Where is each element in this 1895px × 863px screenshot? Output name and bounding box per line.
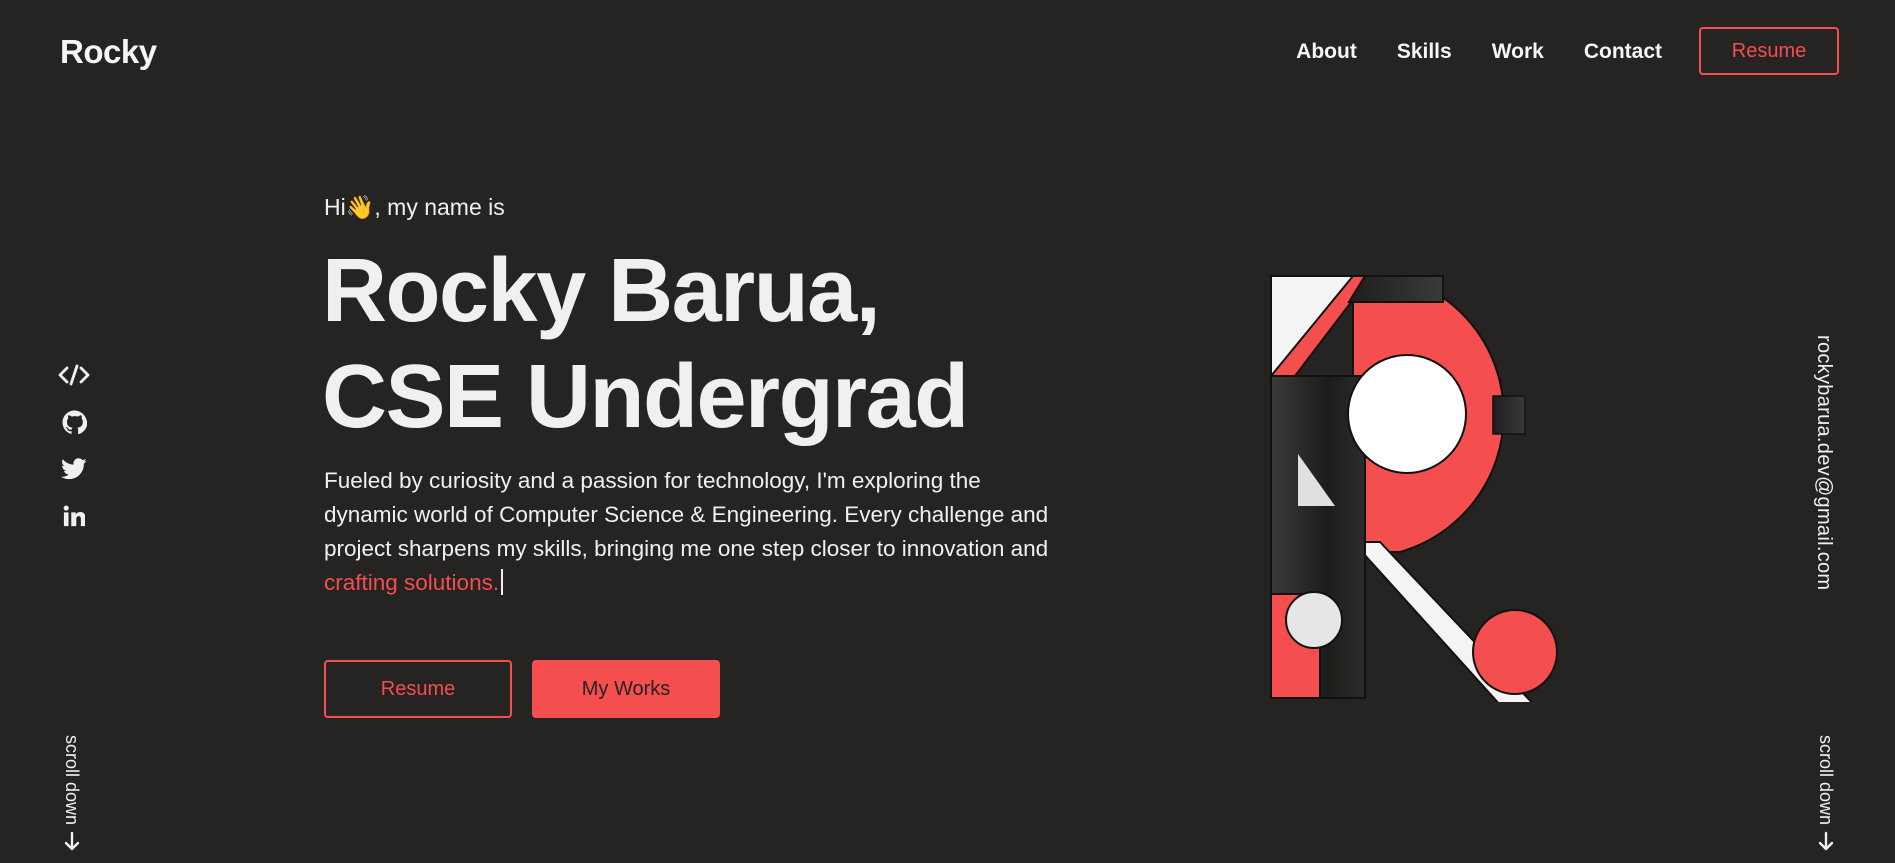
email-link[interactable]: rockybarua.dev@gmail.com	[1812, 335, 1835, 590]
nav-skills[interactable]: Skills	[1397, 40, 1452, 64]
hero-title-line1: Rocky Barua,	[322, 241, 881, 341]
twitter-icon[interactable]	[57, 456, 91, 482]
nav-work[interactable]: Work	[1492, 40, 1544, 64]
main-nav: About Skills Work Contact	[1296, 40, 1662, 64]
scroll-down-left[interactable]: scroll down	[61, 735, 82, 853]
typing-cursor	[501, 569, 504, 595]
nav-about[interactable]: About	[1296, 40, 1357, 64]
github-icon[interactable]	[57, 409, 91, 435]
hero-title: Rocky Barua, CSE Undergrad	[322, 238, 969, 450]
arrow-down-icon	[1818, 831, 1833, 851]
site-logo[interactable]: Rocky	[60, 33, 157, 71]
greeting-prefix: Hi	[324, 194, 346, 220]
scroll-down-right[interactable]: scroll down	[1815, 735, 1836, 853]
social-links	[57, 362, 91, 529]
resume-button[interactable]: Resume	[324, 660, 512, 718]
hero-title-line2: CSE Undergrad	[322, 347, 969, 447]
wave-icon: 👋	[345, 194, 375, 220]
description-highlight: crafting solutions.	[324, 570, 500, 595]
scroll-down-label: scroll down	[1816, 735, 1836, 826]
linkedin-icon[interactable]	[57, 503, 91, 529]
description-text: Fueled by curiosity and a passion for te…	[324, 468, 1049, 561]
r-logo-graphic	[1268, 275, 1558, 702]
greeting: Hi👋, my name is	[324, 194, 505, 221]
arrow-down-icon	[64, 831, 79, 851]
code-icon[interactable]	[57, 362, 91, 388]
hero-description: Fueled by curiosity and a passion for te…	[324, 464, 1054, 600]
nav-contact[interactable]: Contact	[1584, 40, 1662, 64]
greeting-suffix: , my name is	[374, 194, 505, 220]
my-works-button[interactable]: My Works	[532, 660, 720, 718]
nav-resume-button[interactable]: Resume	[1699, 27, 1839, 75]
scroll-down-label: scroll down	[62, 735, 82, 826]
